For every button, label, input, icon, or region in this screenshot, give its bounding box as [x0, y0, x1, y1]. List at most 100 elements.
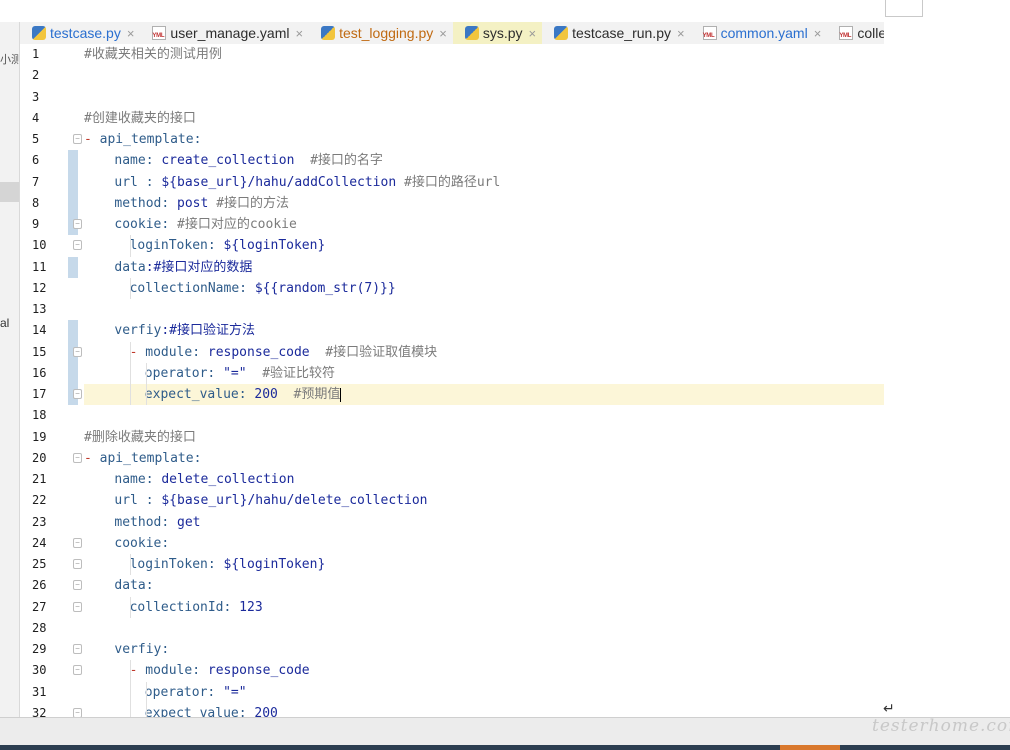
close-tab-icon[interactable]: ×: [529, 26, 537, 41]
close-tab-icon[interactable]: ×: [439, 26, 447, 41]
code-line[interactable]: verfiy:#接口验证方法: [84, 320, 884, 341]
code-line[interactable]: loginToken: ${loginToken}: [84, 235, 884, 257]
gutter-line: 10 −: [20, 235, 84, 256]
tab-label: user_manage.yaml: [170, 25, 290, 41]
line-number: 31: [32, 684, 47, 699]
code-token: module: [145, 663, 193, 679]
code-editor[interactable]: #收藏夹相关的测试用例 #创建收藏夹的接口 - api_template: name:…: [84, 44, 884, 717]
code-line[interactable]: #创建收藏夹的接口: [84, 108, 884, 129]
code-line[interactable]: collectionId: 123: [84, 596, 884, 618]
fold-icon[interactable]: −: [73, 580, 82, 591]
code-token: :: [207, 365, 224, 381]
code-line[interactable]: data:#接口对应的数据: [84, 257, 884, 278]
code-line[interactable]: verfiy:: [84, 639, 884, 660]
code-line[interactable]: operator: "=" #验证比较符: [84, 362, 884, 384]
code-token: :: [207, 557, 224, 572]
code-line[interactable]: - api_template:: [84, 448, 884, 469]
code-line[interactable]: name: create_collection #接口的名字: [84, 150, 884, 171]
code-line[interactable]: url : ${base_url}/hahu/addCollection #接口…: [84, 172, 884, 193]
line-number: 18: [32, 408, 47, 423]
fold-icon[interactable]: −: [73, 346, 82, 357]
editor-tab[interactable]: testcase_run.py ×: [542, 22, 690, 44]
line-number: 13: [32, 302, 47, 316]
fold-icon[interactable]: −: [73, 559, 82, 569]
fold-icon[interactable]: −: [73, 665, 82, 676]
code-token: -: [129, 663, 146, 679]
code-line[interactable]: expect_value: 200 #预期值: [84, 384, 884, 406]
code-token: #创建收藏夹的接口: [84, 110, 196, 126]
code-line[interactable]: #删除收藏夹的接口: [84, 427, 884, 448]
code-line[interactable]: [84, 87, 884, 108]
code-token: data: [114, 259, 146, 275]
code-token: :: [192, 344, 208, 360]
code-line[interactable]: [84, 405, 884, 426]
close-tab-icon[interactable]: ×: [295, 26, 303, 41]
fold-icon[interactable]: −: [73, 240, 82, 251]
indent-guide: [130, 554, 132, 576]
code-token: #删除收藏夹的接口: [84, 429, 196, 445]
taskbar: [0, 745, 1010, 750]
editor-tab[interactable]: user_manage.yaml ×: [140, 22, 309, 44]
code-token: ${loginToken}: [223, 557, 326, 572]
project-panel-selected-item[interactable]: [0, 182, 19, 202]
code-token: :: [207, 238, 224, 254]
gutter-line: 7: [20, 171, 84, 193]
code-line[interactable]: url : ${base_url}/hahu/delete_collection: [84, 490, 884, 511]
code-token: :: [161, 535, 170, 551]
line-number: 4: [32, 110, 40, 125]
code-line[interactable]: operator: "=": [84, 681, 884, 703]
code-line[interactable]: data:: [84, 575, 884, 596]
indent-guide: [145, 702, 147, 717]
code-line[interactable]: [84, 65, 884, 86]
line-number: 19: [32, 429, 47, 444]
editor-tab[interactable]: testcase.py ×: [20, 22, 140, 44]
gutter-line: 28: [20, 618, 84, 639]
close-tab-icon[interactable]: ×: [677, 26, 685, 41]
close-tab-icon[interactable]: ×: [127, 26, 135, 41]
project-panel[interactable]: 小测 al: [0, 22, 20, 717]
code-line[interactable]: cookie: #接口对应的cookie: [84, 214, 884, 235]
code-line[interactable]: cookie:: [84, 533, 884, 554]
code-token: response_code: [207, 663, 310, 679]
gutter-line: 3: [20, 87, 84, 108]
code-line[interactable]: collectionName: ${{random_str(7)}}: [84, 277, 884, 299]
project-panel-text: 小测: [0, 54, 20, 66]
fold-icon[interactable]: −: [73, 389, 82, 399]
editor-tab[interactable]: test_logging.py ×: [309, 22, 453, 44]
fold-icon[interactable]: −: [73, 601, 82, 612]
code-token: collectionId: [129, 599, 224, 615]
code-token: :: [161, 642, 170, 657]
gutter-line: 26 −: [20, 575, 84, 596]
code-line[interactable]: - module: response_code: [84, 660, 884, 682]
fold-icon[interactable]: −: [73, 452, 82, 463]
fold-icon[interactable]: −: [73, 219, 82, 229]
tab-label: test_logging.py: [339, 25, 434, 41]
code-line[interactable]: expect_value: 200: [84, 702, 884, 717]
code-token: :#接口验证方法: [161, 323, 256, 339]
code-line[interactable]: [84, 299, 884, 320]
code-line[interactable]: method: get: [84, 512, 884, 533]
line-number: 6: [32, 153, 40, 168]
editor-tab[interactable]: colle: [827, 22, 884, 44]
fold-icon[interactable]: −: [73, 644, 82, 654]
editor-tab[interactable]: common.yaml ×: [691, 22, 828, 44]
code-line[interactable]: method: post #接口的方法: [84, 193, 884, 214]
close-tab-icon[interactable]: ×: [814, 26, 822, 41]
code-line[interactable]: name: delete_collection: [84, 469, 884, 490]
code-token: ${base_url}/hahu/delete_collection: [161, 493, 428, 509]
code-token: :: [161, 217, 178, 232]
code-line[interactable]: [84, 618, 884, 639]
line-number: 23: [32, 514, 47, 529]
gutter-line: 6: [20, 150, 84, 172]
code-line[interactable]: - module: response_code #接口验证取值模块: [84, 341, 884, 363]
tab-label: common.yaml: [720, 25, 808, 41]
code-line[interactable]: loginToken: ${loginToken}: [84, 554, 884, 576]
editor-tab[interactable]: sys.py ×: [452, 22, 543, 44]
code-token: post: [177, 195, 209, 211]
code-line[interactable]: #收藏夹相关的测试用例: [84, 44, 884, 65]
gutter-line: 4: [20, 108, 84, 129]
fold-icon[interactable]: −: [73, 134, 82, 144]
code-token: ${{random_str(7)}}: [254, 280, 396, 296]
code-line[interactable]: - api_template:: [84, 129, 884, 150]
fold-icon[interactable]: −: [73, 537, 82, 548]
